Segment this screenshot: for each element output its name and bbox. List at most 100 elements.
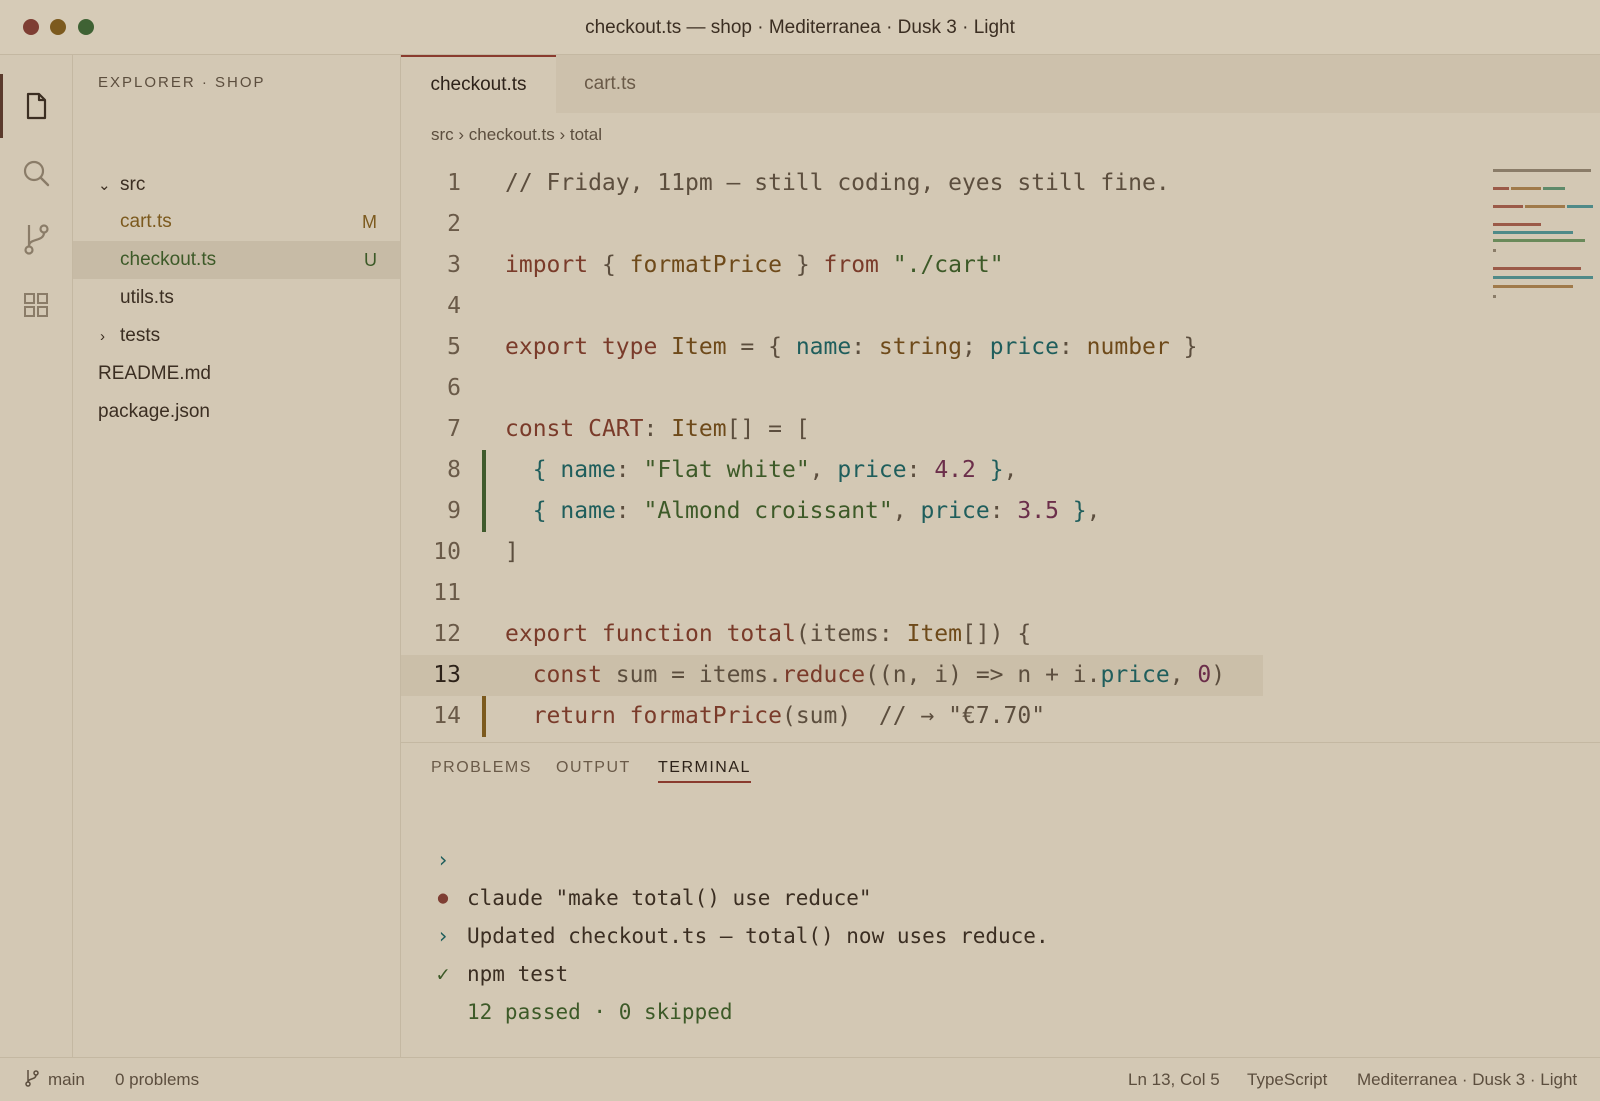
code-token: :: [615, 457, 644, 483]
code-line[interactable]: 1 // Friday, 11pm — still coding, eyes st…: [401, 163, 1600, 204]
line-number: 12: [433, 621, 461, 647]
code-token: Item: [906, 621, 962, 647]
code-line[interactable]: 5 export type Item = { name: string; pric…: [401, 327, 1600, 368]
cursor-position[interactable]: Ln 13, Col 5: [1128, 1070, 1220, 1090]
code-line[interactable]: 4: [401, 286, 1600, 327]
code-token: ,: [1003, 457, 1018, 483]
activity-source-control-button[interactable]: [0, 207, 72, 271]
chevron-right-icon: ›: [100, 327, 105, 345]
code-text: ]: [505, 532, 519, 573]
files-icon: [26, 92, 47, 120]
code-token: {: [532, 498, 561, 524]
language-mode[interactable]: TypeScript: [1247, 1070, 1327, 1090]
code-line[interactable]: 9 { name: "Almond croissant", price: 3.5…: [401, 491, 1600, 532]
tree-item-label: package.json: [98, 401, 210, 422]
line-number: 7: [447, 416, 461, 442]
tree-folder-src[interactable]: ⌄ src: [73, 166, 400, 204]
code-token: ): [1211, 662, 1226, 688]
tree-item-label: cart.ts: [120, 211, 172, 232]
sidebar-title: EXPLORER · SHOP: [98, 74, 266, 91]
check-icon: ✓: [436, 962, 450, 986]
panel-tab-output[interactable]: OUTPUT: [556, 759, 631, 781]
panel-tab-problems[interactable]: PROBLEMS: [431, 759, 532, 781]
extensions-icon: [24, 293, 48, 317]
code-line[interactable]: 12 export function total(items: Item[]) {: [401, 614, 1600, 655]
git-added-marker: [482, 450, 486, 491]
tree-file-cart[interactable]: cart.ts M: [73, 203, 400, 241]
tree-item-label: README.md: [98, 363, 211, 384]
tree-file-utils[interactable]: utils.ts: [73, 279, 400, 317]
line-number: 8: [447, 457, 461, 483]
code-token: {: [588, 252, 630, 278]
code-token: formatPrice: [629, 703, 782, 729]
code-line[interactable]: 6: [401, 368, 1600, 409]
code-text: // Friday, 11pm — still coding, eyes sti…: [505, 163, 1170, 204]
line-number: 6: [447, 375, 461, 401]
code-token: import: [505, 252, 589, 278]
code-token: :: [989, 498, 1018, 524]
search-icon: [23, 160, 50, 187]
code-token: "Almond croissant": [643, 498, 893, 524]
code-token: ,: [1086, 498, 1101, 524]
code-line[interactable]: 13 const sum = items.reduce((n, i) => n …: [401, 655, 1600, 696]
tree-file-readme[interactable]: README.md: [73, 355, 400, 393]
code-token: (sum): [781, 703, 879, 729]
code-token: 0: [1197, 662, 1212, 688]
tree-file-package-json[interactable]: package.json: [73, 393, 400, 431]
code-token: "./cart": [892, 252, 1004, 278]
code-line[interactable]: 11: [401, 573, 1600, 614]
tab-cart-ts[interactable]: cart.ts: [556, 55, 664, 113]
code-editor[interactable]: 1 // Friday, 11pm — still coding, eyes st…: [401, 160, 1600, 742]
code-token: // Friday, 11pm — still coding, eyes sti…: [505, 170, 1170, 196]
code-text: { name: "Flat white", price: 4.2 },: [505, 450, 1018, 491]
code-token: }: [1058, 498, 1087, 524]
code-token: reduce: [781, 662, 866, 688]
tab-checkout-ts[interactable]: checkout.ts: [401, 55, 556, 113]
bottom-panel: PROBLEMS OUTPUT TERMINAL › claude "make …: [401, 742, 1600, 1058]
code-token: total: [726, 621, 796, 647]
terminal-line: › npm test: [431, 879, 568, 986]
code-line[interactable]: 7 const CART: Item[] = [: [401, 409, 1600, 450]
code-token: Item: [671, 416, 727, 442]
breadcrumb[interactable]: src › checkout.ts › total: [431, 125, 602, 145]
code-line[interactable]: 14 return formatPrice(sum) // → "€7.70": [401, 696, 1600, 737]
code-line[interactable]: 10]: [401, 532, 1600, 573]
problems-count[interactable]: 0 problems: [115, 1070, 199, 1090]
code-text: const sum = items.reduce((n, i) => n + i…: [505, 655, 1225, 696]
terminal-line: › claude "make total() use reduce": [431, 803, 872, 910]
code-token: export function: [505, 621, 727, 647]
terminal-line: ● Updated checkout.ts — total() now uses…: [431, 841, 1049, 948]
branch-name[interactable]: main: [48, 1070, 85, 1090]
panel-tab-terminal[interactable]: TERMINAL: [658, 759, 751, 783]
minimap[interactable]: [1493, 165, 1593, 305]
code-token: ,: [1169, 662, 1198, 688]
code-token: name: [560, 457, 616, 483]
code-token: = {: [726, 334, 796, 360]
status-bar: main 0 problems Ln 13, Col 5 TypeScript …: [0, 1057, 1600, 1101]
activity-search-button[interactable]: [0, 141, 72, 205]
code-line[interactable]: 3 import { formatPrice } from "./cart": [401, 245, 1600, 286]
git-modified-marker: [482, 696, 486, 737]
code-text: export type Item = { name: string; price…: [505, 327, 1197, 368]
code-token: price: [837, 457, 907, 483]
activity-extensions-button[interactable]: [0, 273, 72, 337]
code-token: from: [823, 252, 879, 278]
code-token: Item: [671, 334, 727, 360]
theme-name[interactable]: Mediterranea · Dusk 3 · Light: [1357, 1070, 1577, 1090]
code-line[interactable]: 8 { name: "Flat white", price: 4.2 },: [401, 450, 1600, 491]
code-token: name: [795, 334, 852, 360]
terminal-text: claude "make total() use reduce": [467, 886, 872, 910]
code-token: :: [1058, 334, 1087, 360]
tree-folder-tests[interactable]: › tests: [73, 317, 400, 355]
code-text: const CART: Item[] = [: [505, 409, 810, 450]
code-token: name: [560, 498, 616, 524]
tree-file-checkout[interactable]: checkout.ts U: [73, 241, 400, 279]
activity-explorer-button[interactable]: [0, 74, 72, 138]
terminal-text: npm test: [467, 962, 569, 986]
code-token: [] = [: [726, 416, 810, 442]
code-line[interactable]: 2: [401, 204, 1600, 245]
